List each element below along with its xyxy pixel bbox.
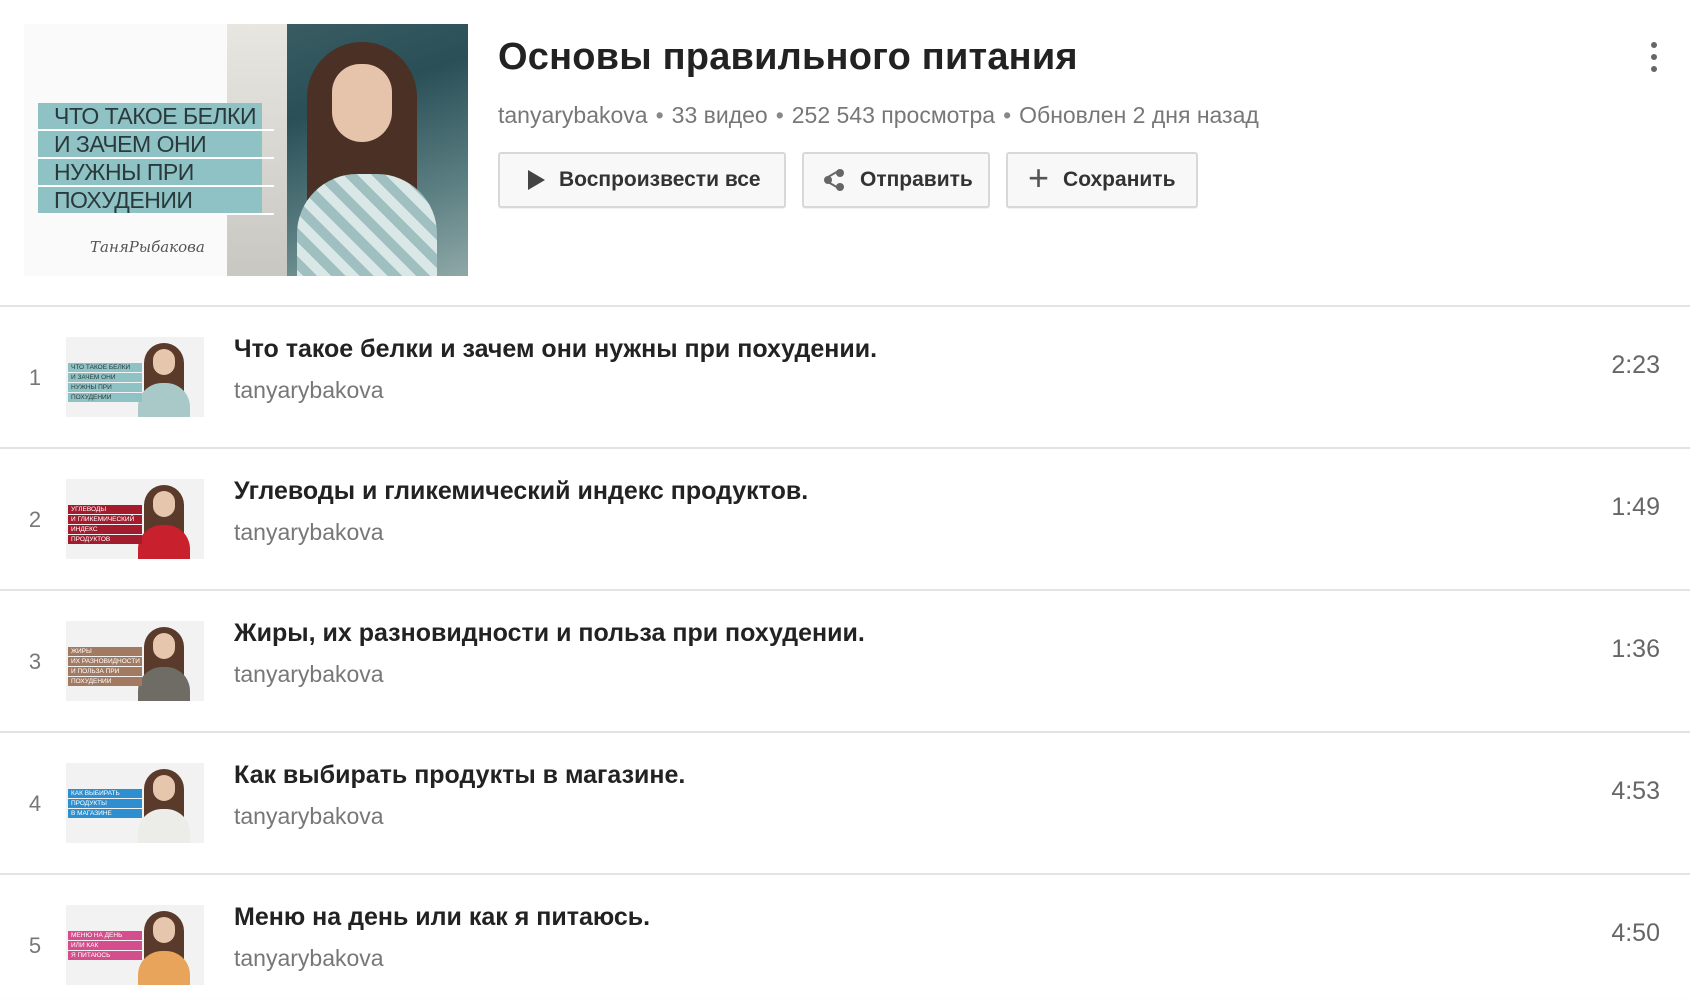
thumbnail-caption: ЖИРЫ ИХ РАЗНОВИДНОСТИ И ПОЛЬЗА ПРИ ПОХУДЕНИ… <box>68 647 142 687</box>
thumbnail-caption-line: И ЗАЧЕМ ОНИ <box>68 373 142 382</box>
thumbnail-caption: УГЛЕВОДЫ И ГЛИКЕМИЧЕСКИЙ ИНДЕКС ПРОДУКТОВ <box>68 505 142 545</box>
play-all-label: Воспроизвести все <box>559 168 761 191</box>
thumbnail-caption-line: ПОХУДЕНИИ <box>54 187 193 213</box>
video-duration: 1:36 <box>1611 635 1660 663</box>
video-channel[interactable]: tanyarybakova <box>234 519 384 546</box>
thumbnail-caption-line: И ЗАЧЕМ ОНИ <box>54 131 207 157</box>
meta-separator: • <box>775 102 784 128</box>
playlist-video-row[interactable]: 2 УГЛЕВОДЫ И ГЛИКЕМИЧЕСКИЙ ИНДЕКС ПРОДУКТОВ… <box>0 449 1690 591</box>
thumbnail-caption-line: В МАГАЗИНЕ <box>68 809 142 818</box>
video-channel[interactable]: tanyarybakova <box>234 803 384 830</box>
play-icon <box>528 170 545 190</box>
video-thumbnail[interactable]: МЕНЮ НА ДЕНЬ ИЛИ КАК Я ПИТАЮСЬ <box>66 905 204 985</box>
thumbnail-caption-line: И ПОЛЬЗА ПРИ <box>68 667 142 676</box>
thumbnail-caption-line: ЧТО ТАКОЕ БЕЛКИ <box>68 363 142 372</box>
thumbnail-caption-line: ИЛИ КАК <box>68 941 142 950</box>
thumbnail-caption-line: ПОХУДЕНИИ <box>68 393 142 402</box>
playlist-meta: tanyarybakova • 33 видео • 252 543 просмотра… <box>498 102 1259 129</box>
video-duration: 4:50 <box>1611 919 1660 947</box>
view-count: 252 543 просмотра <box>791 102 996 128</box>
video-index: 5 <box>28 933 42 958</box>
playlist-video-list: 1 ЧТО ТАКОЕ БЕЛКИ И ЗАЧЕМ ОНИ НУЖНЫ ПРИ ПОХ… <box>0 307 1690 1000</box>
thumbnail-caption-line: МЕНЮ НА ДЕНЬ <box>68 931 142 940</box>
video-duration: 4:53 <box>1611 777 1660 805</box>
thumbnail-caption-line: НУЖНЫ ПРИ <box>68 383 142 392</box>
more-vertical-icon[interactable] <box>1646 42 1662 72</box>
video-channel[interactable]: tanyarybakova <box>234 945 384 972</box>
video-count: 33 видео <box>671 102 768 128</box>
video-duration: 2:23 <box>1611 351 1660 379</box>
thumbnail-caption-line: ЧТО ТАКОЕ БЕЛКИ <box>54 103 256 129</box>
video-thumbnail[interactable]: ЖИРЫ ИХ РАЗНОВИДНОСТИ И ПОЛЬЗА ПРИ ПОХУДЕНИ… <box>66 621 204 701</box>
thumbnail-caption-line: ПРОДУКТОВ <box>68 535 142 544</box>
thumbnail-signature: ТаняРыбакова <box>90 238 205 256</box>
play-all-button[interactable]: Воспроизвести все <box>498 152 786 208</box>
video-title[interactable]: Углеводы и гликемический индекс продукто… <box>234 477 808 506</box>
video-index: 3 <box>28 649 42 674</box>
video-title[interactable]: Жиры, их разновидности и польза при поху… <box>234 619 865 648</box>
updated-date: Обновлен 2 дня назад <box>1019 102 1259 128</box>
plus-icon: + <box>1028 157 1050 198</box>
thumbnail-caption-line: ИХ РАЗНОВИДНОСТИ <box>68 657 142 666</box>
playlist-thumbnail[interactable]: ЧТО ТАКОЕ БЕЛКИ И ЗАЧЕМ ОНИ НУЖНЫ ПРИ ПО… <box>24 24 468 276</box>
thumbnail-caption-line: И ГЛИКЕМИЧЕСКИЙ <box>68 515 142 524</box>
meta-separator: • <box>1003 102 1012 128</box>
video-channel[interactable]: tanyarybakova <box>234 377 384 404</box>
thumbnail-caption-line: ПРОДУКТЫ <box>68 799 142 808</box>
channel-link[interactable]: tanyarybakova <box>498 102 648 128</box>
thumbnail-caption-line: КАК ВЫБИРАТЬ <box>68 789 142 798</box>
thumbnail-caption-line: Я ПИТАЮСЬ <box>68 951 142 960</box>
video-thumbnail[interactable]: УГЛЕВОДЫ И ГЛИКЕМИЧЕСКИЙ ИНДЕКС ПРОДУКТОВ <box>66 479 204 559</box>
video-thumbnail[interactable]: ЧТО ТАКОЕ БЕЛКИ И ЗАЧЕМ ОНИ НУЖНЫ ПРИ ПОХУД… <box>66 337 204 417</box>
thumbnail-caption-line: ИНДЕКС <box>68 525 142 534</box>
save-button[interactable]: + Сохранить <box>1006 152 1198 208</box>
meta-separator: • <box>655 102 664 128</box>
video-title[interactable]: Как выбирать продукты в магазине. <box>234 761 685 790</box>
video-index: 1 <box>28 365 42 390</box>
share-button[interactable]: Отправить <box>802 152 990 208</box>
video-title[interactable]: Меню на день или как я питаюсь. <box>234 903 650 932</box>
thumbnail-caption-line: ПОХУДЕНИИ <box>68 677 142 686</box>
thumbnail-caption: КАК ВЫБИРАТЬ ПРОДУКТЫ В МАГАЗИНЕ <box>68 789 142 819</box>
video-channel[interactable]: tanyarybakova <box>234 661 384 688</box>
playlist-video-row[interactable]: 3 ЖИРЫ ИХ РАЗНОВИДНОСТИ И ПОЛЬЗА ПРИ ПОХУДЕ… <box>0 591 1690 733</box>
thumbnail-caption-line: НУЖНЫ ПРИ <box>54 159 194 185</box>
share-icon <box>824 169 846 191</box>
thumbnail-caption-line: ЖИРЫ <box>68 647 142 656</box>
thumbnail-caption: МЕНЮ НА ДЕНЬ ИЛИ КАК Я ПИТАЮСЬ <box>68 931 142 961</box>
video-title[interactable]: Что такое белки и зачем они нужны при по… <box>234 335 877 364</box>
video-index: 4 <box>28 791 42 816</box>
save-label: Сохранить <box>1063 168 1176 191</box>
playlist-video-row[interactable]: 1 ЧТО ТАКОЕ БЕЛКИ И ЗАЧЕМ ОНИ НУЖНЫ ПРИ ПОХ… <box>0 307 1690 449</box>
video-duration: 1:49 <box>1611 493 1660 521</box>
playlist-video-row[interactable]: 4 КАК ВЫБИРАТЬ ПРОДУКТЫ В МАГАЗИНЕ Как выб… <box>0 733 1690 875</box>
thumbnail-caption-line: УГЛЕВОДЫ <box>68 505 142 514</box>
thumbnail-caption: ЧТО ТАКОЕ БЕЛКИ И ЗАЧЕМ ОНИ НУЖНЫ ПРИ ПО… <box>38 102 274 215</box>
thumbnail-caption: ЧТО ТАКОЕ БЕЛКИ И ЗАЧЕМ ОНИ НУЖНЫ ПРИ ПОХУД… <box>68 363 142 403</box>
playlist-video-row[interactable]: 5 МЕНЮ НА ДЕНЬ ИЛИ КАК Я ПИТАЮСЬ Меню на д… <box>0 875 1690 1000</box>
share-label: Отправить <box>860 168 973 191</box>
playlist-header: ЧТО ТАКОЕ БЕЛКИ И ЗАЧЕМ ОНИ НУЖНЫ ПРИ ПО… <box>0 0 1690 307</box>
playlist-title[interactable]: Основы правильного питания <box>498 36 1078 79</box>
video-thumbnail[interactable]: КАК ВЫБИРАТЬ ПРОДУКТЫ В МАГАЗИНЕ <box>66 763 204 843</box>
video-index: 2 <box>28 507 42 532</box>
